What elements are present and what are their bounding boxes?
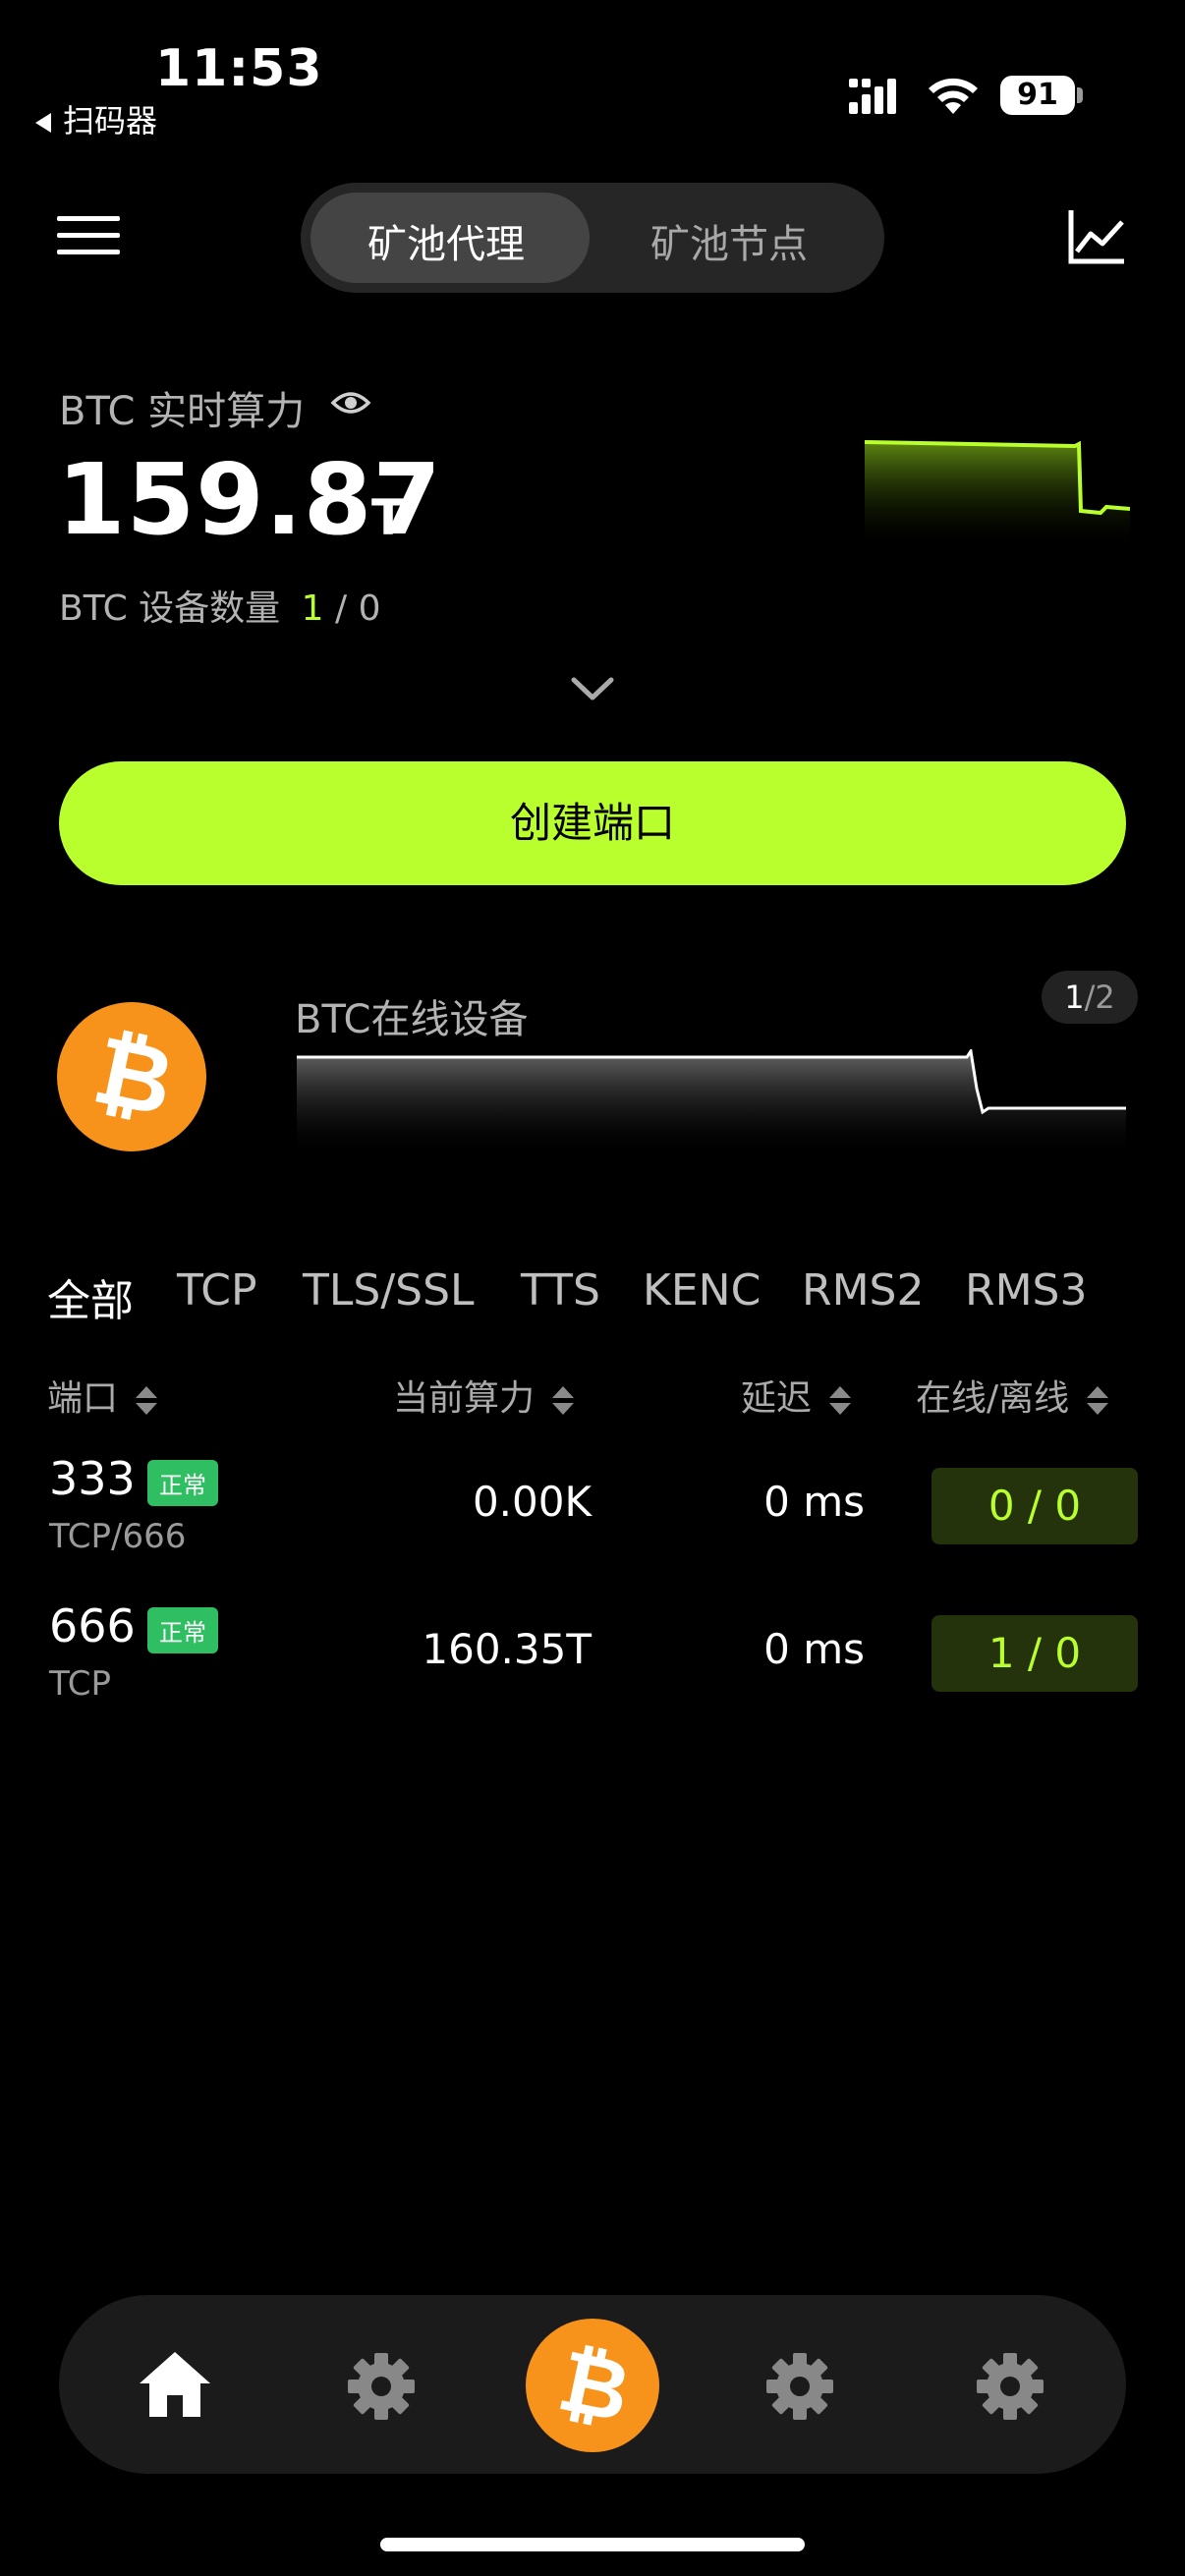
filter-tab-tcp[interactable]: TCP [177,1265,257,1316]
sort-icon [552,1385,575,1415]
status-badge: 正常 [147,1460,218,1506]
create-port-button[interactable]: 创建端口 [59,761,1126,885]
online-devices-label: BTC在线设备 [295,997,529,1042]
device-count: BTC 设备数量 1 / 0 [59,580,380,631]
row-latency: 0 ms [763,1478,865,1526]
row-protocol: TCP/666 [49,1517,187,1556]
filter-tab-rms2[interactable]: RMS2 [802,1265,924,1316]
battery-level: 91 [1000,76,1075,115]
pager-current: 1 [1064,979,1085,1016]
tab-pool-proxy[interactable]: 矿池代理 [367,212,525,269]
pager-total: /2 [1084,979,1115,1016]
status-badge: 正常 [147,1607,218,1653]
back-to-app[interactable]: 扫码器 [35,96,157,141]
wifi-icon [929,78,978,114]
filter-tab-tts[interactable]: TTS [521,1265,600,1316]
sort-icon [1087,1385,1109,1415]
row-port: 333 [49,1452,136,1505]
hashrate-unit: T [371,489,406,546]
sort-icon [136,1385,158,1415]
hashrate-label: BTC 实时算力 [59,389,306,434]
row-hashrate: 0.00K [472,1478,592,1526]
header-online[interactable]: 在线/离线 [916,1370,1109,1421]
back-app-label: 扫码器 [63,102,158,140]
bitcoin-logo: ₿ [57,1002,206,1151]
tab-pool-node[interactable]: 矿池节点 [650,212,808,269]
header-latency-label: 延迟 [741,1378,813,1419]
device-count-sep: / [334,588,348,629]
table-row[interactable]: 333 正常 TCP/666 0.00K 0 ms 0 / 0 [0,1434,1185,1582]
device-online-count: 1 [301,588,324,629]
header-hashrate[interactable]: 当前算力 [393,1370,575,1421]
row-protocol: TCP [49,1664,112,1704]
filter-tab-all[interactable]: 全部 [47,1265,134,1328]
home-icon[interactable] [138,2350,212,2419]
hashrate-sparkline [864,440,1130,550]
filter-tab-rms3[interactable]: RMS3 [965,1265,1087,1316]
filter-tab-kenc[interactable]: KENC [643,1265,761,1316]
status-time: 11:53 [155,39,323,98]
row-online-offline: 0 / 0 [931,1468,1138,1544]
gear-icon[interactable] [346,2351,417,2422]
gear-icon[interactable] [764,2351,835,2422]
sort-icon [829,1385,852,1415]
online-devices-pager[interactable]: 1/2 [1042,971,1138,1024]
header-latency[interactable]: 延迟 [741,1370,852,1421]
device-count-label: BTC 设备数量 [59,588,281,629]
home-indicator[interactable] [380,2538,805,2551]
back-arrow-icon [35,113,51,133]
gear-icon[interactable] [975,2351,1045,2422]
row-hashrate: 160.35T [422,1625,592,1673]
bitcoin-nav-icon[interactable]: ₿ [526,2319,659,2452]
chevron-down-icon[interactable] [570,676,615,703]
device-offline-count: 0 [358,588,381,629]
filter-tab-tls-ssl[interactable]: TLS/SSL [303,1265,475,1316]
menu-icon[interactable] [57,214,120,257]
chart-line-icon[interactable] [1067,208,1126,265]
header-online-label: 在线/离线 [916,1378,1070,1419]
row-port: 666 [49,1599,136,1652]
header-hashrate-label: 当前算力 [393,1378,536,1419]
row-online-offline: 1 / 0 [931,1615,1138,1692]
online-devices-chart [297,1049,1126,1157]
row-latency: 0 ms [763,1625,865,1673]
header-port[interactable]: 端口 [47,1370,158,1421]
signal-icon [849,79,896,114]
header-port-label: 端口 [47,1378,119,1419]
battery-tip [1077,87,1083,103]
table-row[interactable]: 666 正常 TCP 160.35T 0 ms 1 / 0 [0,1582,1185,1729]
eye-icon[interactable] [330,387,371,419]
